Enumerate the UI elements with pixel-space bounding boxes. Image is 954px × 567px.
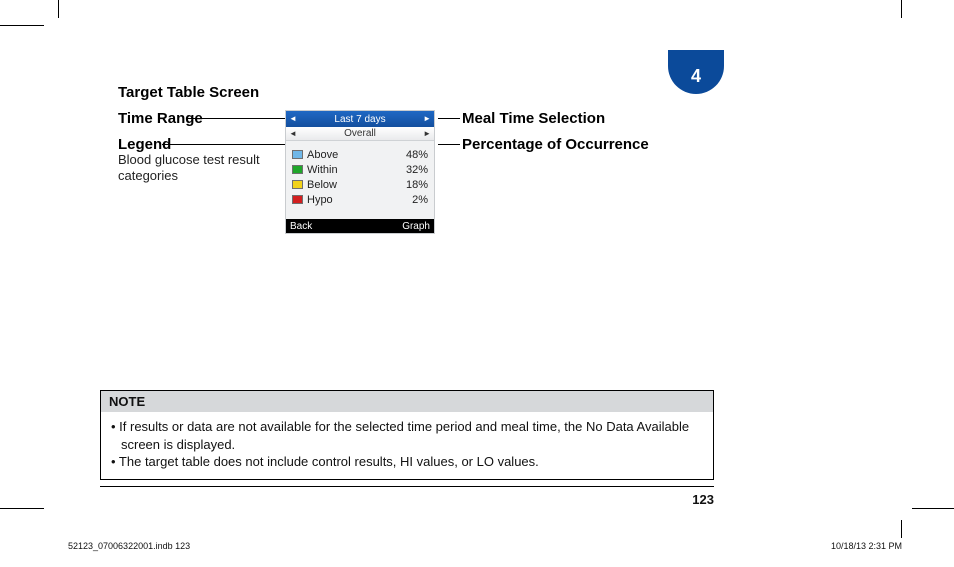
next-time-range-icon[interactable]: ► (423, 115, 431, 123)
percentage-value: 2% (396, 194, 428, 206)
legend-swatch (292, 195, 303, 204)
label-meal-time: Meal Time Selection (462, 110, 605, 127)
legend-swatch (292, 150, 303, 159)
category-label: Within (307, 164, 396, 176)
meal-time-bar[interactable]: ◄ Overall ► (286, 127, 434, 141)
softkey-graph[interactable]: Graph (402, 221, 430, 232)
legend-swatch (292, 165, 303, 174)
percentage-value: 18% (396, 179, 428, 191)
time-range-bar[interactable]: ◄ Last 7 days ► (286, 111, 434, 127)
softkey-back[interactable]: Back (290, 221, 312, 232)
table-row: Above48% (292, 147, 428, 162)
table-row: Within32% (292, 162, 428, 177)
footer-timestamp: 10/18/13 2:31 PM (831, 541, 902, 551)
chapter-tab: 4 (668, 50, 724, 94)
category-label: Above (307, 149, 396, 161)
next-meal-time-icon[interactable]: ► (423, 130, 431, 138)
note-box: NOTE • If results or data are not availa… (100, 390, 714, 480)
legend-subtext: Blood glucose test result categories (118, 152, 268, 185)
label-percentage: Percentage of Occurrence (462, 136, 649, 153)
footer-file: 52123_07006322001.indb 123 (68, 541, 190, 551)
note-item: • The target table does not include cont… (111, 453, 703, 471)
table-row: Hypo2% (292, 192, 428, 207)
device-screen: ◄ Last 7 days ► ◄ Overall ► Above48%With… (285, 110, 435, 234)
category-label: Below (307, 179, 396, 191)
category-label: Hypo (307, 194, 396, 206)
note-heading: NOTE (101, 391, 713, 412)
percentage-value: 48% (396, 149, 428, 161)
time-range-label: Last 7 days (334, 114, 385, 125)
section-title: Target Table Screen (118, 84, 259, 101)
prev-time-range-icon[interactable]: ◄ (289, 115, 297, 123)
table-row: Below18% (292, 177, 428, 192)
meal-time-label: Overall (344, 128, 376, 139)
note-item: • If results or data are not available f… (111, 418, 703, 453)
page-number: 123 (692, 492, 714, 507)
percentage-value: 32% (396, 164, 428, 176)
softkey-bar: Back Graph (286, 219, 434, 233)
target-table-body: Above48%Within32%Below18%Hypo2% (286, 141, 434, 207)
legend-swatch (292, 180, 303, 189)
print-footer: 52123_07006322001.indb 123 10/18/13 2:31… (68, 541, 902, 551)
prev-meal-time-icon[interactable]: ◄ (289, 130, 297, 138)
note-body: • If results or data are not available f… (101, 412, 713, 479)
